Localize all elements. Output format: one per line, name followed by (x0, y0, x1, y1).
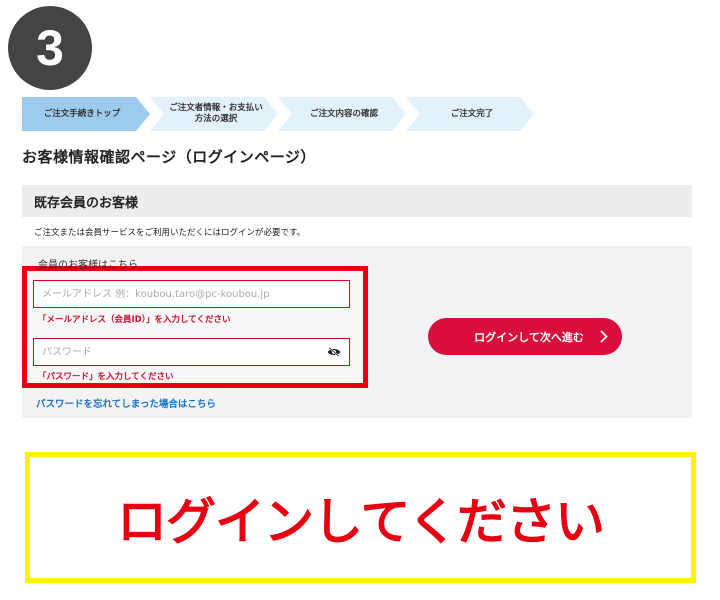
section-header-existing-members: 既存会員のお客様 (22, 185, 692, 217)
login-submit-button[interactable]: ログインして次へ進む (428, 318, 622, 355)
step-customer-payment: ご注文者情報・お支払い方法の選択 (150, 97, 278, 131)
page-title: お客様情報確認ページ（ログインページ） (22, 148, 316, 166)
forgot-password-link[interactable]: パスワードを忘れてしまった場合はこちら (36, 396, 216, 410)
section-title: 既存会員のお客様 (34, 195, 139, 211)
password-input[interactable] (42, 346, 327, 358)
chevron-right-icon (600, 330, 608, 343)
step-order-top: ご注文手続きトップ (22, 97, 150, 131)
password-error-message: 「パスワード」を入力してください (38, 372, 174, 382)
step-label: ご注文者情報・お支払い方法の選択 (169, 103, 263, 124)
step-label: ご注文完了 (450, 108, 494, 119)
checkout-progress-steps: ご注文手続きトップ ご注文者情報・お支払い方法の選択 ご注文内容の確認 ご注文完… (22, 97, 542, 131)
banner-text: ログインしてください (117, 492, 605, 551)
step-order-confirm: ご注文内容の確認 (278, 97, 406, 131)
step-number-badge: 3 (8, 6, 92, 90)
password-field[interactable] (33, 338, 350, 366)
step-label: ご注文手続きトップ (43, 108, 121, 119)
member-login-label: 会員のお客様はこちら (38, 260, 138, 271)
login-submit-label: ログインして次へ進む (474, 330, 584, 344)
login-prompt-banner: ログインしてください (25, 452, 696, 583)
email-error-message: 「メールアドレス（会員ID）」を入力してください (38, 315, 231, 325)
email-input[interactable] (42, 288, 341, 300)
email-field[interactable] (33, 280, 350, 308)
step-order-complete: ご注文完了 (406, 97, 534, 131)
login-required-notice: ご注文または会員サービスをご利用いただくにはログインが必要です。 (34, 228, 306, 238)
step-label: ご注文内容の確認 (309, 108, 378, 119)
eye-slash-icon[interactable] (327, 347, 341, 357)
